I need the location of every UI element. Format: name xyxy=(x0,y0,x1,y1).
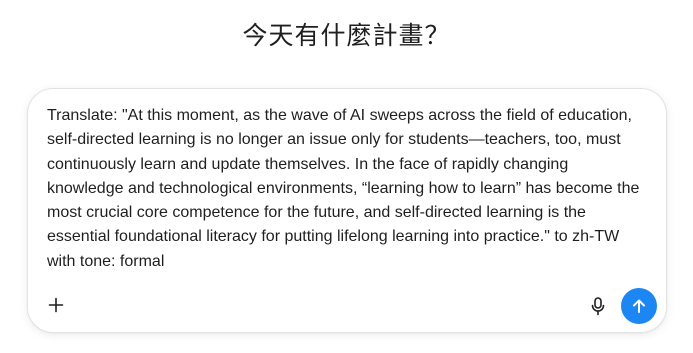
voice-input-button[interactable] xyxy=(585,292,611,320)
arrow-up-icon xyxy=(633,299,645,313)
send-button[interactable] xyxy=(621,288,657,324)
plus-icon xyxy=(48,297,64,313)
chat-start-page: 今天有什麼計畫？ Translate: "At this moment, as … xyxy=(0,0,693,353)
page-title: 今天有什麼計畫？ xyxy=(242,21,451,50)
prompt-composer[interactable]: Translate: "At this moment, as the wave … xyxy=(27,88,667,333)
add-attachment-button[interactable] xyxy=(41,290,71,320)
prompt-input[interactable]: Translate: "At this moment, as the wave … xyxy=(47,104,647,274)
microphone-icon xyxy=(591,296,605,315)
